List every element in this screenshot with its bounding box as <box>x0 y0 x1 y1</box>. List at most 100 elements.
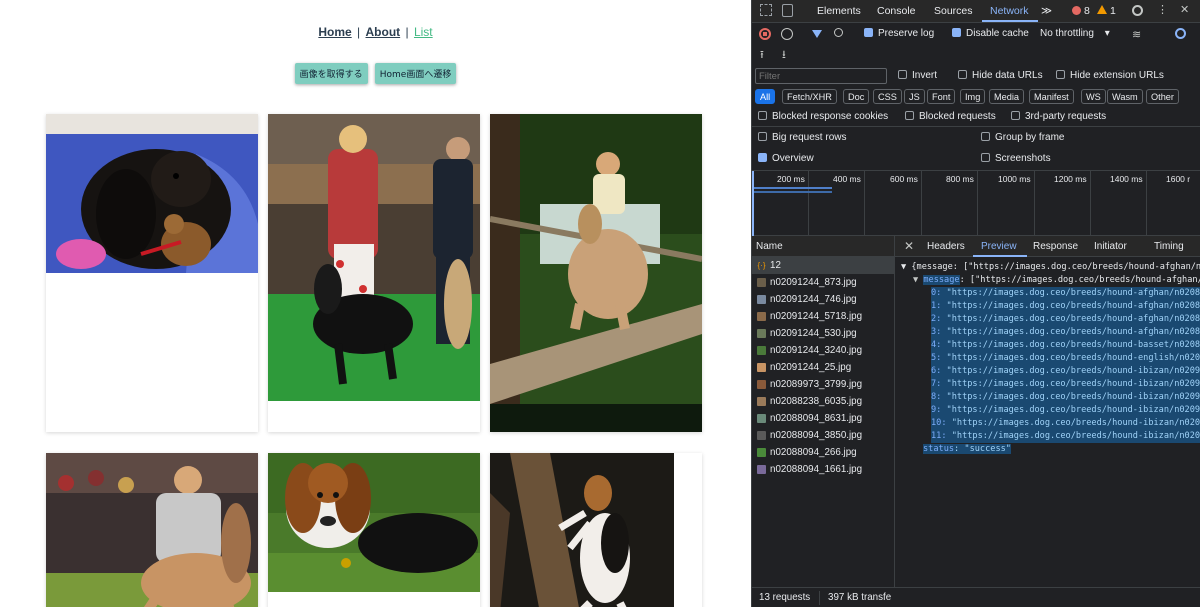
json-array-item[interactable]: 1: "https://images.dog.ceo/breeds/hound-… <box>931 300 1200 313</box>
search-icon[interactable] <box>834 28 843 37</box>
request-row[interactable]: n02091244_5718.jpg <box>752 308 895 325</box>
error-count[interactable]: 8 <box>1084 5 1090 17</box>
type-filter-ws[interactable]: WS <box>1081 89 1106 104</box>
close-details-icon[interactable]: ✕ <box>904 239 914 253</box>
blocked-requests-checkbox[interactable]: Blocked requests <box>905 111 996 122</box>
tab-sources[interactable]: Sources <box>934 5 973 17</box>
type-filter-fetch[interactable]: Fetch/XHR <box>782 89 837 104</box>
type-filter-img[interactable]: Img <box>960 89 986 104</box>
tab-preview[interactable]: Preview <box>981 241 1017 252</box>
request-row[interactable]: n02088094_3850.jpg <box>752 427 895 444</box>
warning-count[interactable]: 1 <box>1110 5 1116 17</box>
request-row[interactable]: n02091244_873.jpg <box>752 274 895 291</box>
tab-initiator[interactable]: Initiator <box>1094 241 1127 252</box>
fetch-images-button[interactable]: 画像を取得する <box>294 63 368 84</box>
inspect-element-icon[interactable] <box>760 4 772 16</box>
type-filter-all[interactable]: All <box>755 89 776 104</box>
dog-card[interactable] <box>490 453 702 607</box>
device-toolbar-icon[interactable] <box>782 4 793 17</box>
dog-card[interactable] <box>268 114 480 432</box>
nav-list-link[interactable]: List <box>414 25 433 39</box>
tab-console[interactable]: Console <box>877 5 916 17</box>
filter-funnel-icon[interactable] <box>812 30 822 38</box>
name-column-header[interactable]: Name <box>752 236 895 257</box>
overview-checkbox[interactable]: Overview <box>758 153 814 164</box>
tab-headers[interactable]: Headers <box>927 241 965 252</box>
dog-card[interactable] <box>46 114 258 432</box>
type-filter-js[interactable]: JS <box>904 89 925 104</box>
json-array-item[interactable]: 2: "https://images.dog.ceo/breeds/hound-… <box>931 313 1200 326</box>
json-array-item[interactable]: 4: "https://images.dog.ceo/breeds/hound-… <box>931 339 1200 352</box>
request-row[interactable]: n02088238_6035.jpg <box>752 393 895 410</box>
request-row[interactable]: n02091244_746.jpg <box>752 291 895 308</box>
filter-input[interactable] <box>755 68 887 84</box>
request-row[interactable]: n02091244_530.jpg <box>752 325 895 342</box>
disable-cache-checkbox[interactable]: Disable cache <box>952 28 1029 39</box>
tab-elements[interactable]: Elements <box>817 5 861 17</box>
record-stop-icon[interactable] <box>759 28 771 40</box>
app-page: Home | About | List 画像を取得する Home画面へ遷移 <box>0 0 751 607</box>
json-array-item[interactable]: 8: "https://images.dog.ceo/breeds/hound-… <box>931 391 1200 404</box>
invert-checkbox[interactable]: Invert <box>898 70 937 81</box>
json-array-item[interactable]: 11: "https://images.dog.ceo/breeds/hound… <box>931 430 1200 443</box>
json-array-item[interactable]: 9: "https://images.dog.ceo/breeds/hound-… <box>931 404 1200 417</box>
json-status-line[interactable]: status: "success" <box>923 443 1011 456</box>
group-frame-checkbox[interactable]: Group by frame <box>981 132 1064 143</box>
request-row[interactable]: n02088094_266.jpg <box>752 444 895 461</box>
network-conditions-icon[interactable]: ≋ <box>1132 28 1141 41</box>
json-array-item[interactable]: 6: "https://images.dog.ceo/breeds/hound-… <box>931 365 1200 378</box>
request-row[interactable]: {·} 12 <box>752 257 895 274</box>
request-row[interactable]: n02091244_25.jpg <box>752 359 895 376</box>
blocked-cookies-checkbox[interactable]: Blocked response cookies <box>758 111 888 122</box>
request-row[interactable]: n02088094_8631.jpg <box>752 410 895 427</box>
request-row[interactable]: n02091244_3240.jpg <box>752 342 895 359</box>
tab-timing[interactable]: Timing <box>1154 241 1184 252</box>
download-icon[interactable]: ⭳ <box>782 46 786 65</box>
image-icon <box>757 414 766 423</box>
close-icon[interactable]: ✕ <box>1180 3 1189 16</box>
network-settings-gear-icon[interactable] <box>1175 28 1186 39</box>
network-overview-timeline[interactable]: 200 ms 400 ms 600 ms 800 ms 1000 ms 1200… <box>752 170 1200 237</box>
blocked-requests-label: Blocked requests <box>919 111 996 122</box>
request-row[interactable]: n02088094_1661.jpg <box>752 461 895 478</box>
request-row[interactable]: n02089973_3799.jpg <box>752 376 895 393</box>
json-array-item[interactable]: 7: "https://images.dog.ceo/breeds/hound-… <box>931 378 1200 391</box>
json-message-line[interactable]: ▼ message: ["https://images.dog.ceo/bree… <box>913 274 1200 287</box>
dog-card[interactable] <box>46 453 258 607</box>
type-filter-media[interactable]: Media <box>989 89 1025 104</box>
type-filter-wasm[interactable]: Wasm <box>1107 89 1143 104</box>
throttling-select[interactable]: No throttling ▾ <box>1040 28 1110 39</box>
nav-about-link[interactable]: About <box>366 25 401 39</box>
upload-icon[interactable]: ⭱ <box>760 46 764 65</box>
preserve-log-checkbox[interactable]: Preserve log <box>864 28 934 39</box>
kebab-menu-icon[interactable]: ⋮ <box>1157 3 1168 16</box>
timeline-selection-marker[interactable] <box>752 171 754 237</box>
json-array-item[interactable]: 0: "https://images.dog.ceo/breeds/hound-… <box>931 287 1200 300</box>
more-tabs-icon[interactable]: ≫ <box>1041 5 1052 17</box>
dog-card[interactable] <box>490 114 702 432</box>
json-array-item[interactable]: 10: "https://images.dog.ceo/breeds/hound… <box>931 417 1200 430</box>
type-filter-other[interactable]: Other <box>1146 89 1179 104</box>
type-filter-css[interactable]: CSS <box>873 89 902 104</box>
hide-data-urls-checkbox[interactable]: Hide data URLs <box>958 70 1043 81</box>
tab-response[interactable]: Response <box>1033 241 1078 252</box>
screenshots-checkbox[interactable]: Screenshots <box>981 153 1051 164</box>
hide-extension-urls-checkbox[interactable]: Hide extension URLs <box>1056 70 1164 81</box>
type-filter-manifest[interactable]: Manifest <box>1029 89 1074 104</box>
clear-icon[interactable] <box>781 28 793 40</box>
json-array-item[interactable]: 5: "https://images.dog.ceo/breeds/hound-… <box>931 352 1200 365</box>
big-rows-checkbox[interactable]: Big request rows <box>758 132 846 143</box>
nav-home-link[interactable]: Home <box>318 25 351 39</box>
timeline-gridline <box>1146 171 1147 237</box>
image-icon <box>757 448 766 457</box>
third-party-checkbox[interactable]: 3rd-party requests <box>1011 111 1106 122</box>
type-filter-font[interactable]: Font <box>927 89 956 104</box>
image-icon <box>757 346 766 355</box>
dog-card[interactable] <box>268 453 480 607</box>
type-filter-doc[interactable]: Doc <box>843 89 870 104</box>
go-home-button[interactable]: Home画面へ遷移 <box>374 63 457 84</box>
json-root-line[interactable]: ▼ {message: ["https://images.dog.ceo/bre… <box>901 261 1200 274</box>
tab-network[interactable]: Network <box>990 5 1029 17</box>
gear-icon[interactable] <box>1132 5 1143 16</box>
json-array-item[interactable]: 3: "https://images.dog.ceo/breeds/hound-… <box>931 326 1200 339</box>
